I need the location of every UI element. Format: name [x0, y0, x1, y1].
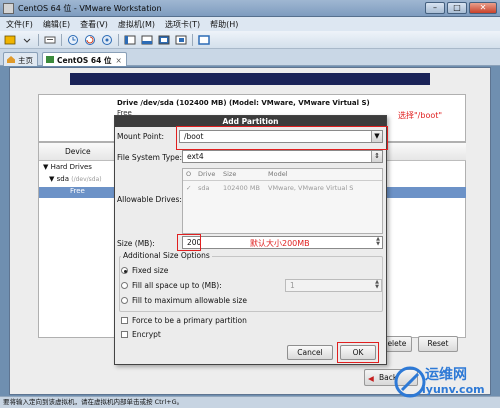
fs-type-label: File System Type: — [117, 153, 183, 162]
thumbnail-icon[interactable] — [141, 34, 153, 46]
close-window-button[interactable]: ✕ — [469, 2, 497, 14]
primary-partition-checkbox[interactable] — [121, 317, 128, 324]
revert-snapshot-icon[interactable] — [84, 34, 96, 46]
tab-label: CentOS 64 位 — [57, 56, 112, 65]
dropdown-chevron-icon[interactable] — [21, 34, 33, 46]
vm-icon — [46, 56, 54, 63]
toolbar-separator — [38, 33, 39, 46]
additional-size-label: Additional Size Options — [121, 251, 212, 260]
fill-up-to-value: 1 — [290, 281, 295, 290]
tab-bar: 主页 CentOS 64 位 × — [0, 49, 500, 66]
fill-up-to-radio[interactable] — [121, 282, 128, 289]
menu-view[interactable]: 查看(V) — [80, 19, 108, 30]
menu-bar: 文件(F) 编辑(E) 查看(V) 虚拟机(M) 选项卡(T) 帮助(H) — [0, 17, 500, 31]
installer-header-bar — [70, 73, 430, 85]
updown-arrows-icon[interactable]: ⇕ — [371, 151, 382, 162]
toolbar-separator — [192, 33, 193, 46]
cancel-button[interactable]: Cancel — [287, 345, 333, 360]
tree-item-sublabel: (/dev/sda) — [71, 176, 102, 183]
annotation-highlight-ok — [337, 342, 379, 363]
toolbar-separator — [118, 33, 119, 46]
allowable-drives-table: O Drive Size Model ✓ sda 102400 MB VMwar… — [182, 168, 383, 234]
toolbar — [0, 31, 500, 49]
snapshot-icon[interactable] — [67, 34, 79, 46]
menu-edit[interactable]: 编辑(E) — [43, 19, 70, 30]
header-divider — [183, 180, 382, 181]
drive-title: Drive /dev/sda (102400 MB) (Model: VMwar… — [117, 99, 370, 107]
encrypt-label: Encrypt — [132, 330, 161, 339]
expander-icon[interactable]: ▼ — [49, 175, 54, 183]
column-header: Drive — [198, 170, 216, 178]
menu-help[interactable]: 帮助(H) — [210, 19, 238, 30]
tree-item-label: Hard Drives — [50, 163, 92, 171]
full-screen-icon[interactable] — [158, 34, 170, 46]
tab-home[interactable]: 主页 — [3, 52, 38, 66]
annotation-highlight-mount — [176, 126, 388, 150]
snapshot-manager-icon[interactable] — [101, 34, 113, 46]
encrypt-checkbox[interactable] — [121, 331, 128, 338]
tree-item-label: sda — [56, 175, 70, 183]
menu-vm[interactable]: 虚拟机(M) — [118, 19, 155, 30]
fs-type-select[interactable]: ext4 ⇕ — [182, 150, 383, 163]
fs-type-value: ext4 — [187, 152, 204, 161]
mount-point-label: Mount Point: — [117, 132, 165, 141]
power-icon[interactable] — [4, 34, 16, 46]
drive-cell: sda — [198, 184, 210, 192]
fill-max-radio[interactable] — [121, 297, 128, 304]
menu-file[interactable]: 文件(F) — [6, 19, 33, 30]
column-header: Model — [268, 170, 288, 178]
back-arrow-icon: ◀ — [368, 374, 374, 383]
tab-label: 主页 — [18, 56, 33, 65]
menu-tabs[interactable]: 选项卡(T) — [165, 19, 200, 30]
expander-icon[interactable]: ▼ — [43, 163, 48, 171]
reset-button[interactable]: Reset — [418, 336, 458, 352]
tab-centos[interactable]: CentOS 64 位 × — [42, 52, 127, 66]
tree-item-label: Free — [70, 187, 85, 195]
fill-up-to-spinner[interactable]: 1 ▲ ▼ — [285, 279, 382, 292]
spinner-arrows-icon[interactable]: ▲ ▼ — [374, 237, 382, 248]
sidebar-toggle-icon[interactable] — [124, 34, 136, 46]
minimize-button[interactable]: – — [425, 2, 445, 14]
watermark-url: iyunv.com — [422, 383, 485, 396]
column-header: Size — [223, 170, 237, 178]
size-cell: 102400 MB — [223, 184, 260, 192]
annotation-size: 默认大小200MB — [250, 239, 310, 248]
window-title-bar: CentOS 64 位 - VMware Workstation – □ ✕ — [0, 0, 500, 17]
unity-icon[interactable] — [175, 34, 187, 46]
fixed-size-label: Fixed size — [132, 266, 169, 275]
send-keys-icon[interactable] — [44, 34, 56, 46]
console-view-icon[interactable] — [198, 34, 210, 46]
spinner-arrows-icon[interactable]: ▲ ▼ — [373, 280, 381, 291]
watermark-text: 运维网 — [425, 367, 467, 383]
annotation-boot: 选择"/boot" — [398, 111, 443, 120]
drive-checkbox[interactable]: ✓ — [186, 184, 191, 192]
home-icon — [7, 56, 15, 63]
tab-close-button[interactable]: × — [115, 56, 121, 65]
fill-up-to-label: Fill all space up to (MB): — [132, 281, 222, 290]
model-cell: VMware, VMware Virtual S — [268, 184, 354, 192]
fixed-size-radio[interactable] — [121, 267, 128, 274]
device-column-header: Device — [65, 147, 91, 156]
toolbar-separator — [61, 33, 62, 46]
allowable-drives-label: Allowable Drives: — [117, 195, 182, 204]
window-title: CentOS 64 位 - VMware Workstation — [18, 4, 162, 13]
primary-partition-label: Force to be a primary partition — [132, 316, 247, 325]
fill-max-label: Fill to maximum allowable size — [132, 296, 247, 305]
size-label: Size (MB): — [117, 239, 155, 248]
vmware-app-icon — [3, 3, 14, 14]
annotation-highlight-size — [177, 234, 201, 251]
maximize-button[interactable]: □ — [447, 2, 467, 14]
column-header: O — [186, 170, 192, 178]
